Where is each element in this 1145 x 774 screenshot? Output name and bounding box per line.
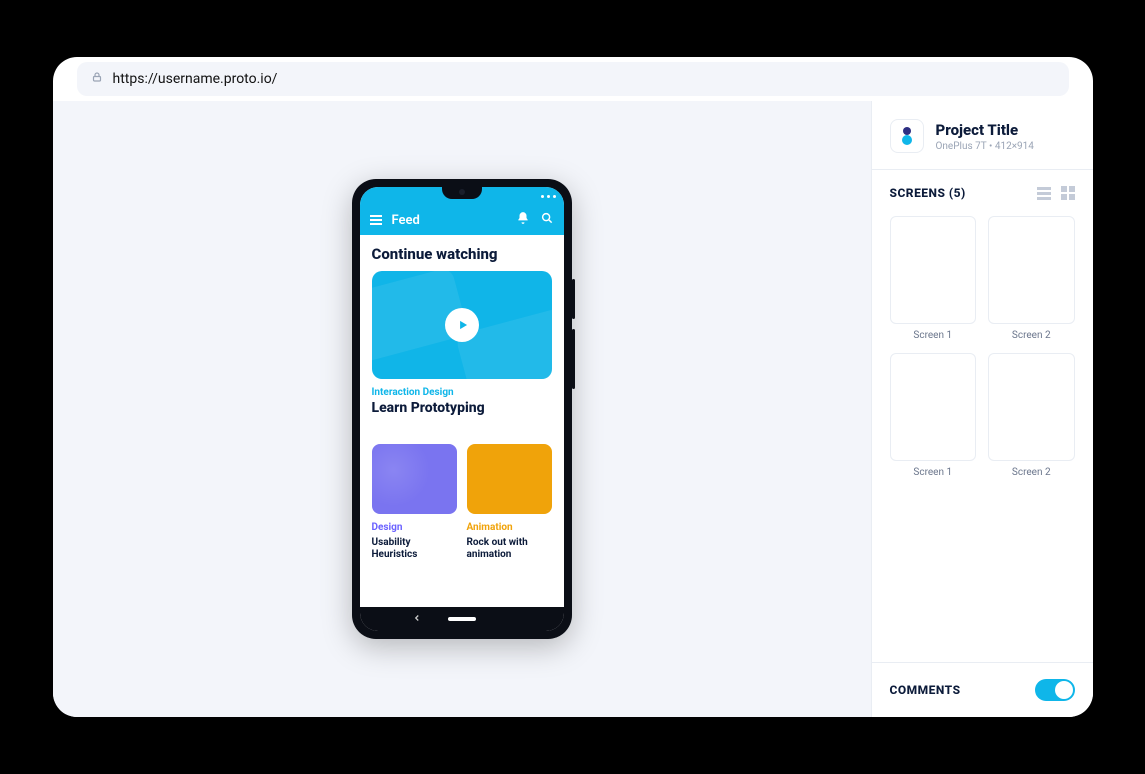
url-bar: https://username.proto.io/ [53, 57, 1093, 101]
screen-label: Screen 2 [988, 467, 1075, 478]
bell-icon[interactable] [516, 211, 530, 229]
phone-side-button [572, 279, 575, 319]
course-card[interactable]: Animation Rock out with animation [467, 444, 552, 561]
hero-category: Interaction Design [372, 387, 552, 398]
phone-content: Continue watching Interaction Design Lea… [360, 235, 564, 571]
play-icon[interactable] [445, 308, 479, 342]
card-thumb [372, 444, 457, 514]
phone-side-button [572, 329, 575, 389]
hamburger-icon[interactable] [370, 215, 382, 225]
comments-toggle[interactable] [1035, 679, 1075, 701]
screen-label: Screen 1 [890, 330, 977, 341]
course-card[interactable]: Design Usability Heuristics [372, 444, 457, 561]
card-title: Usability Heuristics [372, 537, 457, 561]
card-title: Rock out with animation [467, 537, 552, 561]
screen-thumb [890, 353, 977, 461]
card-category: Animation [467, 522, 552, 533]
list-view-icon[interactable] [1037, 186, 1051, 200]
prototype-canvas: Feed Continue watching [53, 101, 871, 717]
card-category: Design [372, 522, 457, 533]
phone-appbar: Feed [360, 205, 564, 235]
screen-item[interactable]: Screen 2 [988, 216, 1075, 341]
screen-item[interactable]: Screen 2 [988, 353, 1075, 478]
card-thumb [467, 444, 552, 514]
screens-header: SCREENS (5) [872, 170, 1093, 206]
lock-icon [91, 71, 103, 87]
comments-heading: COMMENTS [890, 683, 961, 697]
screen-item[interactable]: Screen 1 [890, 216, 977, 341]
grid-view-icon[interactable] [1061, 186, 1075, 200]
project-header: Project Title OnePlus 7T • 412×914 [872, 101, 1093, 170]
phone-notch [442, 185, 482, 199]
screen-item[interactable]: Screen 1 [890, 353, 977, 478]
project-meta: OnePlus 7T • 412×914 [936, 141, 1034, 152]
phone-nav-dock [360, 607, 564, 631]
project-logo [890, 119, 924, 153]
screen-label: Screen 2 [988, 330, 1075, 341]
screens-heading: SCREENS (5) [890, 186, 966, 200]
continue-watching-heading: Continue watching [372, 245, 552, 263]
back-icon[interactable] [412, 613, 422, 625]
main-area: Feed Continue watching [53, 101, 1093, 717]
screen-thumb [988, 353, 1075, 461]
hero-video-card[interactable] [372, 271, 552, 379]
app-frame: https://username.proto.io/ Feed [53, 57, 1093, 717]
comments-section: COMMENTS [872, 662, 1093, 717]
screen-label: Screen 1 [890, 467, 977, 478]
home-pill[interactable] [448, 617, 476, 621]
url-pill[interactable]: https://username.proto.io/ [77, 62, 1069, 96]
device-frame: Feed Continue watching [352, 179, 572, 639]
view-toggle [1037, 186, 1075, 200]
screens-grid: Screen 1 Screen 2 Screen 1 Screen 2 [872, 206, 1093, 488]
phone-screen: Feed Continue watching [360, 187, 564, 631]
search-icon[interactable] [540, 211, 554, 229]
side-panel: Project Title OnePlus 7T • 412×914 SCREE… [871, 101, 1093, 717]
url-text: https://username.proto.io/ [113, 71, 278, 87]
card-row: Design Usability Heuristics Animation Ro… [372, 444, 552, 561]
project-title: Project Title [936, 121, 1034, 139]
screen-thumb [890, 216, 977, 324]
screen-thumb [988, 216, 1075, 324]
appbar-title: Feed [392, 213, 420, 228]
hero-title: Learn Prototyping [372, 400, 552, 416]
